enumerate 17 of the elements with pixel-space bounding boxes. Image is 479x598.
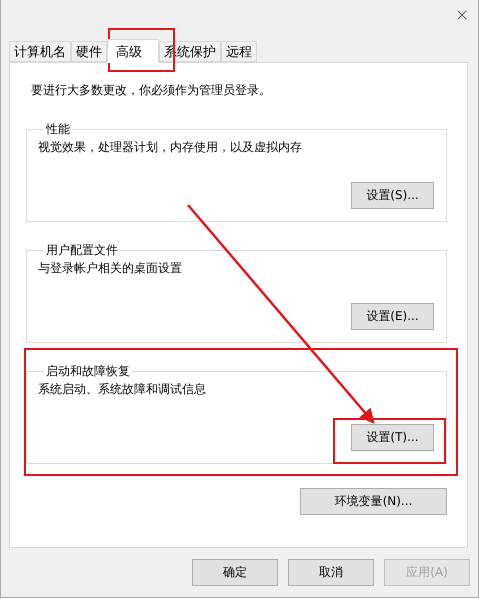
group-title: 用户配置文件 [45,242,119,259]
tab[interactable]: 高级 [107,39,159,63]
group-description: 视觉效果，处理器计划，内存使用，以及虚拟内存 [38,139,303,156]
dialog-button[interactable]: 确定 [192,559,278,586]
settings-button[interactable]: 设置(S)... [351,182,434,209]
tab[interactable]: 远程 [221,41,257,62]
group-description: 与登录帐户相关的桌面设置 [38,260,183,277]
admin-notice: 要进行大多数更改，你必须作为管理员登录。 [30,82,272,99]
tab[interactable]: 硬件 [71,41,107,62]
settings-button[interactable]: 设置(E)... [351,303,434,330]
group-title: 启动和故障恢复 [45,363,131,380]
group-description: 系统启动、系统故障和调试信息 [38,381,207,398]
dialog-button[interactable]: 取消 [288,559,374,586]
settings-button[interactable]: 设置(T)... [351,424,434,451]
group-title: 性能 [44,121,71,138]
tab[interactable]: 计算机名 [9,41,71,62]
environment-variables-button[interactable]: 环境变量(N)... [300,488,447,515]
